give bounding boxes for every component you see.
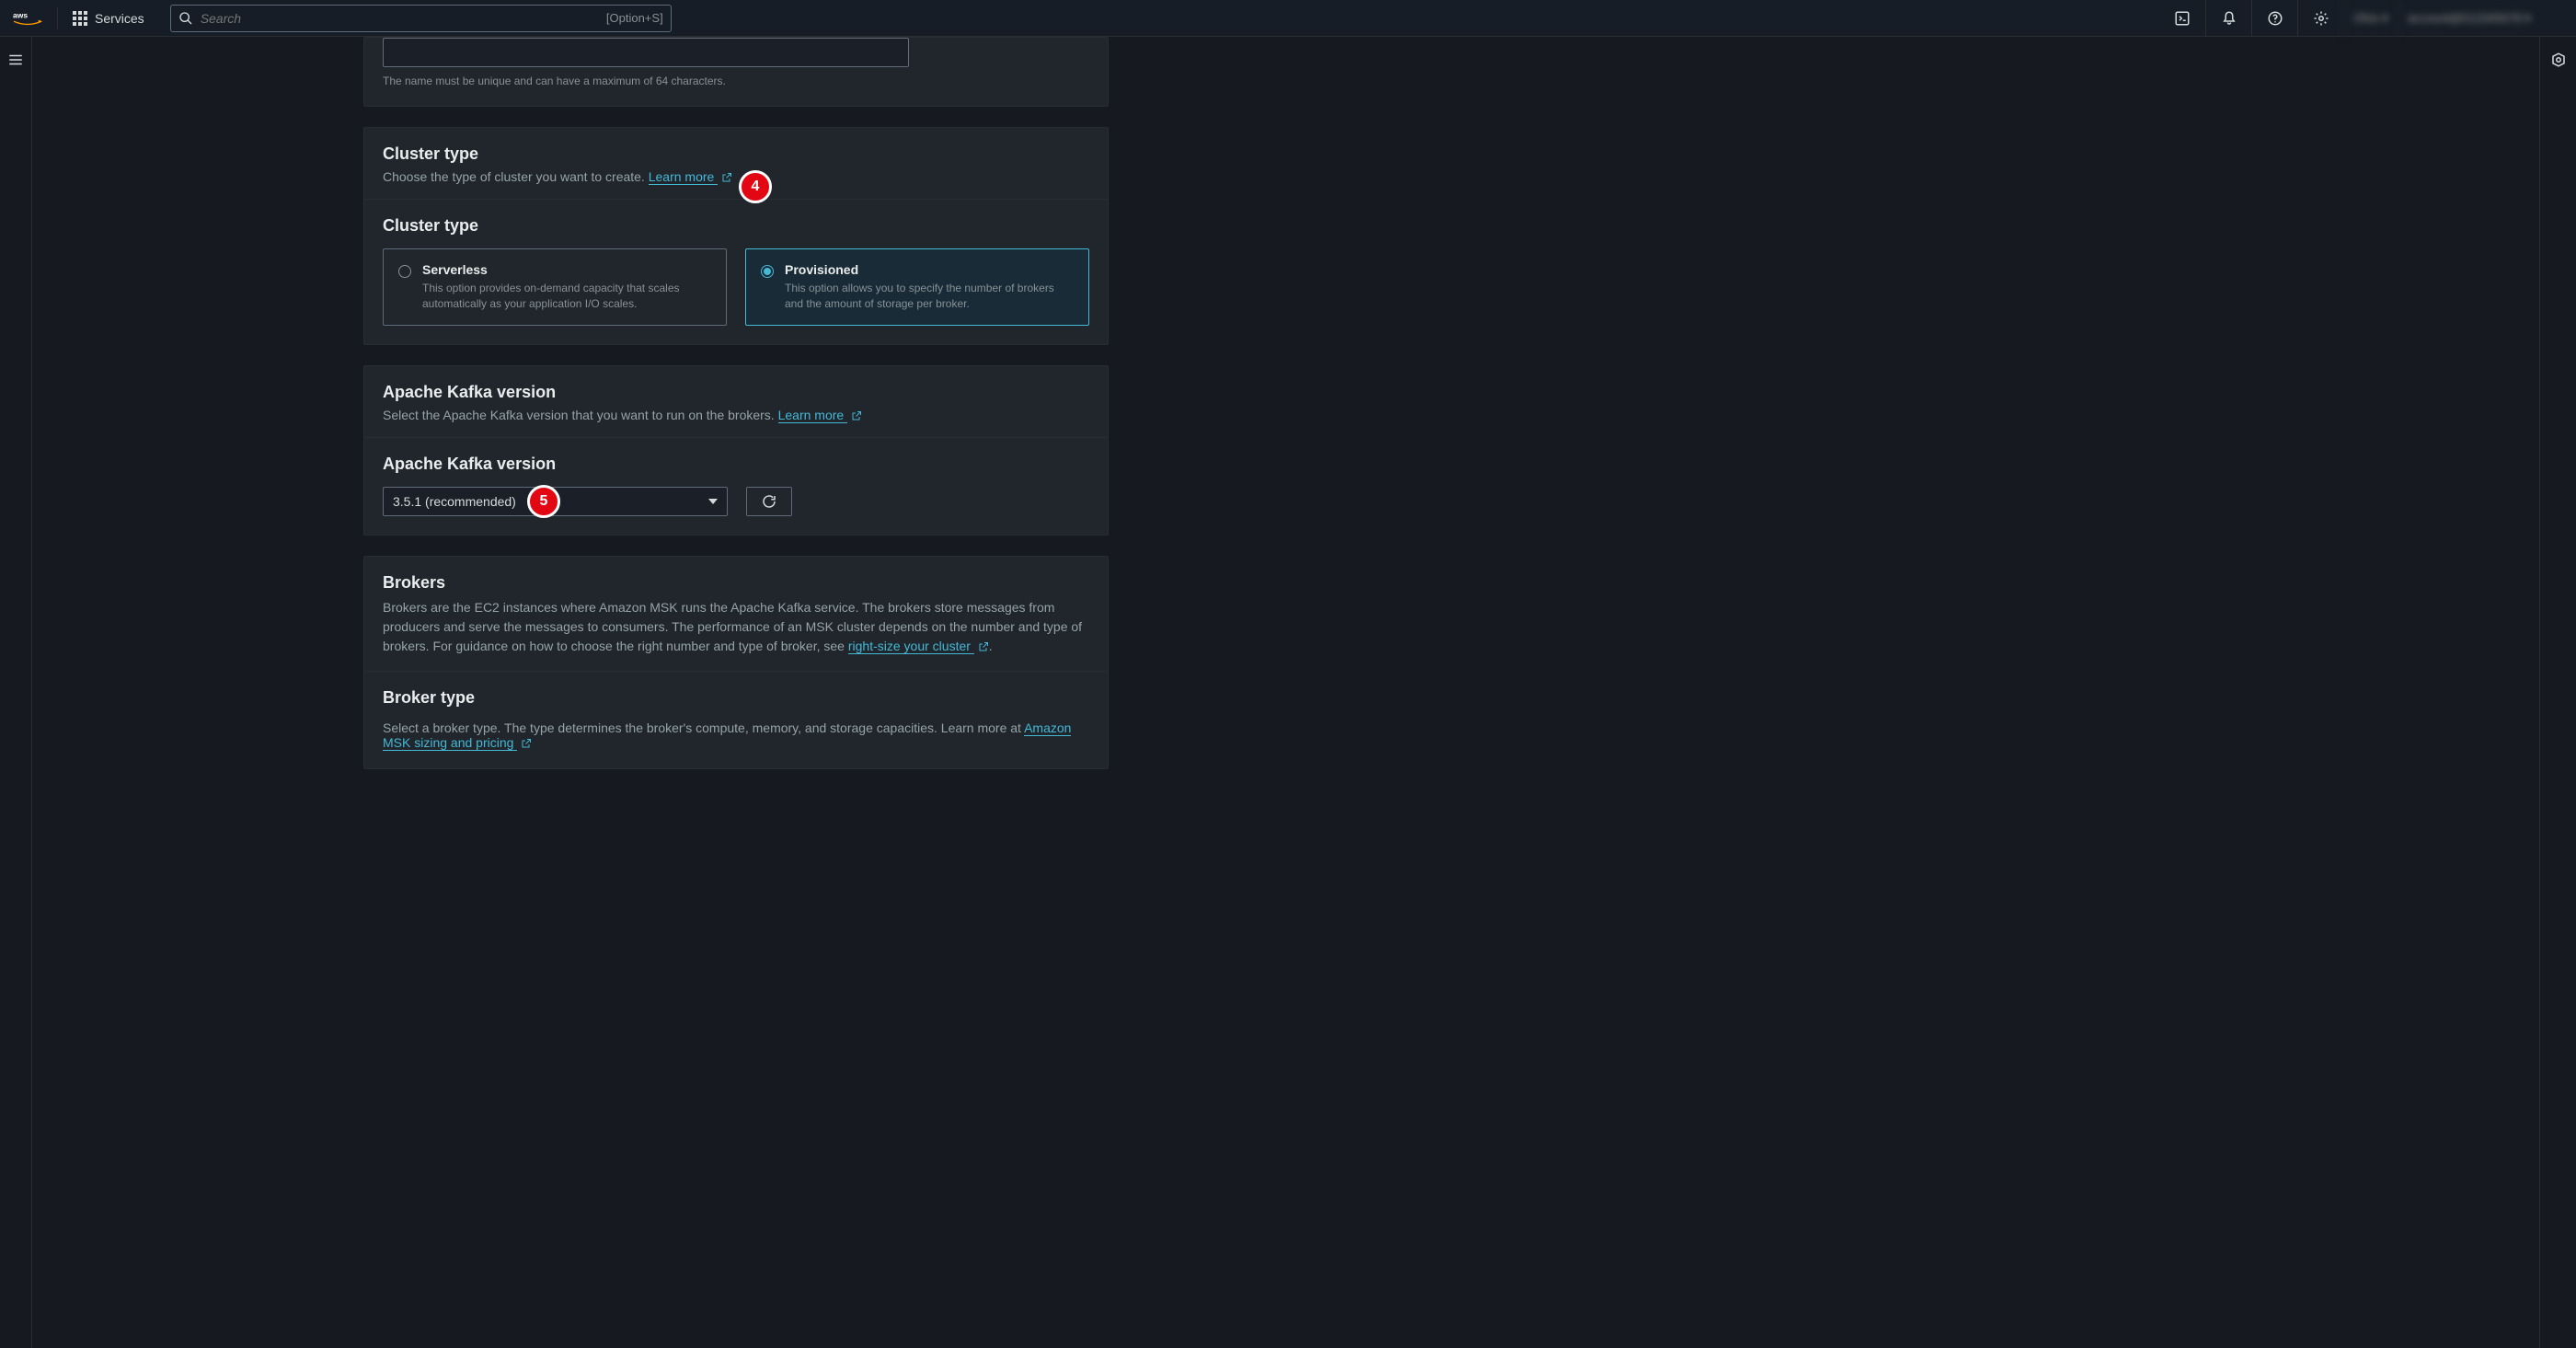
cloudshell-icon[interactable] [2159, 0, 2205, 37]
grid-icon [73, 11, 87, 26]
refresh-versions-button[interactable] [746, 487, 792, 516]
account-menu[interactable]: account@012345678 ▾ [2398, 0, 2563, 37]
cluster-type-desc: Choose the type of cluster you want to c… [383, 169, 1089, 184]
top-nav: aws Services [Option+S] Ohio ▾ account@0… [0, 0, 2576, 37]
kafka-version-desc: Select the Apache Kafka version that you… [383, 408, 1089, 422]
cluster-type-option-provisioned[interactable]: Provisioned This option allows you to sp… [745, 248, 1089, 326]
broker-type-desc: Select a broker type. The type determine… [383, 720, 1089, 750]
left-side-rail [0, 37, 32, 1348]
help-panel-toggle[interactable] [2548, 50, 2569, 70]
search-box[interactable]: [Option+S] [170, 5, 672, 32]
settings-icon[interactable] [2297, 0, 2343, 37]
cluster-name-panel-partial: The name must be unique and can have a m… [363, 37, 1109, 107]
external-link-icon [721, 172, 732, 183]
kafka-version-learn-more-link[interactable]: Learn more [778, 408, 847, 423]
search-icon [178, 11, 193, 26]
brokers-desc: Brokers are the EC2 instances where Amaz… [383, 598, 1089, 656]
broker-type-heading: Broker type [383, 688, 1089, 708]
cluster-type-learn-more-link[interactable]: Learn more [649, 169, 718, 185]
search-shortcut: [Option+S] [606, 11, 663, 25]
cluster-type-panel: Cluster type Choose the type of cluster … [363, 127, 1109, 345]
main-content: The name must be unique and can have a m… [32, 37, 2539, 1348]
kafka-version-select[interactable]: 3.5.1 (recommended) [383, 487, 728, 516]
serverless-desc: This option provides on-demand capacity … [422, 281, 711, 312]
radio-icon [398, 265, 411, 278]
provisioned-desc: This option allows you to specify the nu… [785, 281, 1074, 312]
right-side-rail [2539, 37, 2576, 1348]
kafka-version-heading: Apache Kafka version [383, 383, 1089, 402]
provisioned-title: Provisioned [785, 262, 1074, 277]
cluster-name-hint: The name must be unique and can have a m… [383, 75, 1089, 87]
open-nav-drawer-button[interactable] [6, 50, 26, 70]
right-size-cluster-link[interactable]: right-size your cluster [848, 639, 974, 654]
external-link-icon [851, 410, 862, 421]
svg-text:aws: aws [13, 10, 28, 19]
help-icon[interactable] [2251, 0, 2297, 37]
cluster-type-heading: Cluster type [383, 144, 1089, 164]
brokers-panel: Brokers Brokers are the EC2 instances wh… [363, 556, 1109, 769]
external-link-icon [978, 641, 989, 652]
radio-icon [761, 265, 774, 278]
external-link-icon [521, 738, 532, 749]
region-selector[interactable]: Ohio ▾ [2343, 0, 2398, 37]
cluster-name-input[interactable] [383, 38, 909, 67]
kafka-version-selected: 3.5.1 (recommended) [393, 494, 516, 509]
search-input[interactable] [193, 11, 606, 26]
chevron-down-icon [708, 499, 718, 504]
brokers-heading: Brokers [383, 573, 1089, 593]
cluster-type-option-serverless[interactable]: Serverless This option provides on-deman… [383, 248, 727, 326]
services-label: Services [95, 11, 144, 26]
kafka-version-panel: Apache Kafka version Select the Apache K… [363, 365, 1109, 536]
cluster-type-subheading: Cluster type [383, 216, 1089, 236]
aws-logo[interactable]: aws [13, 9, 42, 28]
notifications-icon[interactable] [2205, 0, 2251, 37]
services-menu-button[interactable]: Services [67, 7, 150, 29]
kafka-version-subheading: Apache Kafka version [383, 455, 1089, 474]
serverless-title: Serverless [422, 262, 711, 277]
